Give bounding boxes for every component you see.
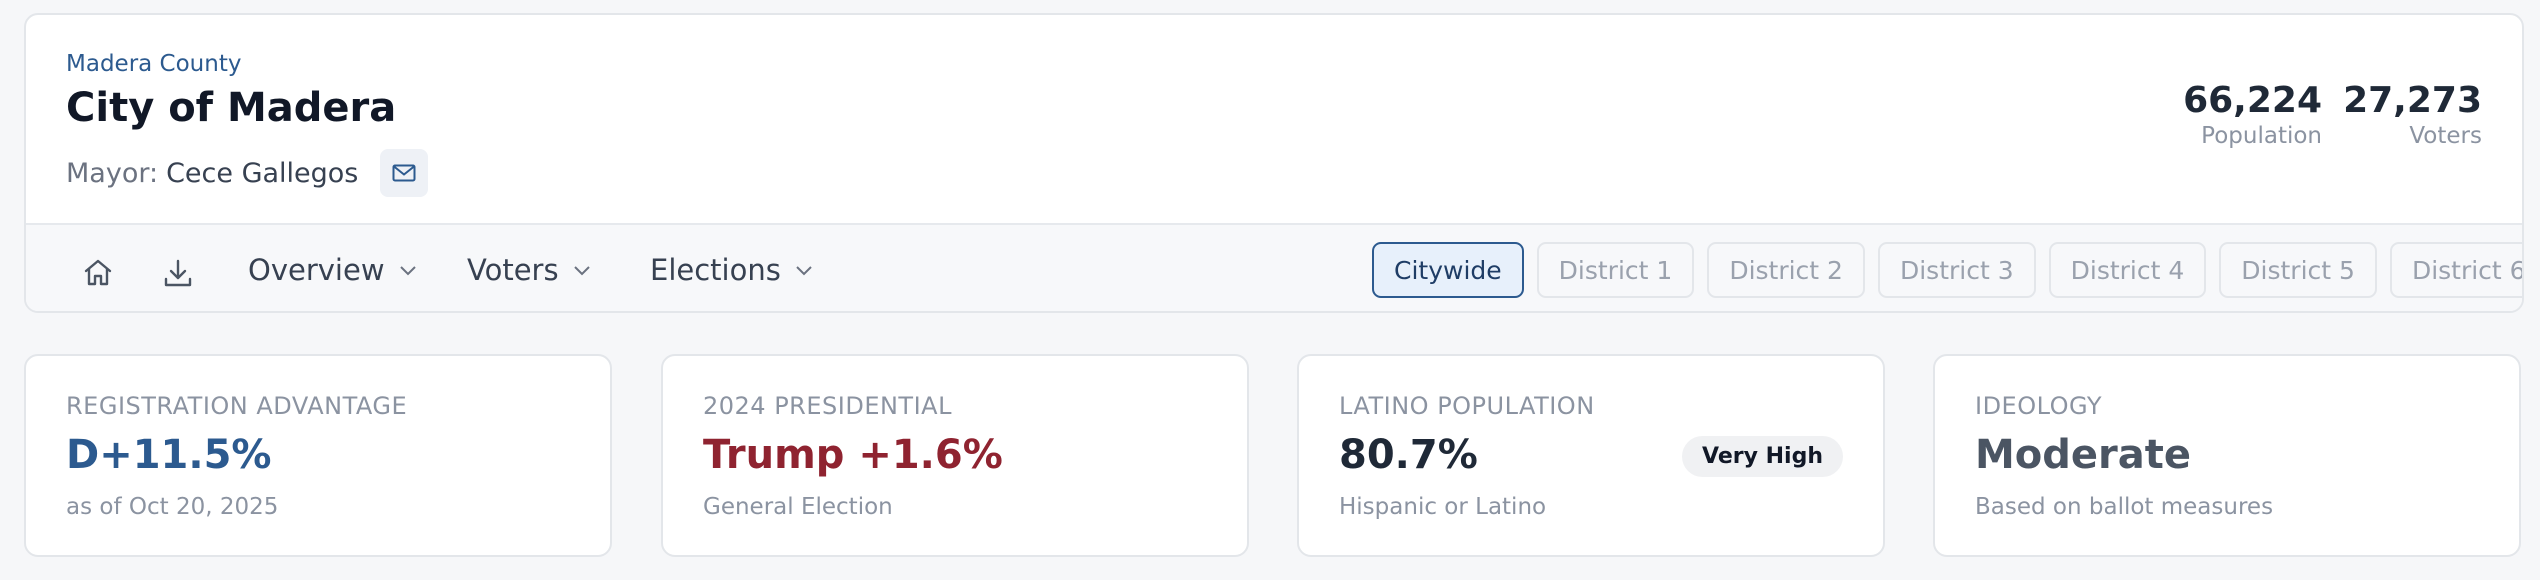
metric-subtext: General Election	[703, 494, 893, 520]
chevron-down-icon	[573, 264, 591, 276]
voters-value: 27,273	[2343, 80, 2482, 121]
mayor-label: Mayor:	[66, 157, 159, 189]
tab-citywide[interactable]: Citywide	[1372, 242, 1524, 298]
registration-advantage-card: REGISTRATION ADVANTAGE D+11.5% as of Oct…	[24, 354, 612, 557]
page-title: City of Madera	[66, 85, 397, 131]
download-icon[interactable]	[160, 255, 196, 291]
voters-menu[interactable]: Voters	[467, 253, 591, 287]
metric-subtext: Based on ballot measures	[1975, 494, 2274, 520]
population-value: 66,224	[2183, 80, 2322, 121]
city-header-card: Madera County City of Madera Mayor: Cece…	[24, 13, 2524, 313]
metric-label: IDEOLOGY	[1975, 392, 2103, 420]
tab-district-1[interactable]: District 1	[1536, 242, 1695, 298]
metric-label: REGISTRATION ADVANTAGE	[66, 392, 408, 420]
metric-subtext: Hispanic or Latino	[1339, 494, 1547, 520]
chevron-down-icon	[399, 264, 417, 276]
county-link[interactable]: Madera County	[66, 51, 241, 77]
tab-district-3[interactable]: District 3	[1877, 242, 2036, 298]
metric-value: D+11.5%	[66, 432, 272, 478]
city-header: Madera County City of Madera Mayor: Cece…	[26, 15, 2522, 223]
elections-menu-label: Elections	[650, 253, 781, 287]
metric-label: 2024 PRESIDENTIAL	[703, 392, 952, 420]
status-badge: Very High	[1682, 436, 1843, 477]
metric-value: 80.7%	[1339, 432, 1478, 478]
voters-menu-label: Voters	[467, 253, 559, 287]
mayor-name: Cece Gallegos	[166, 157, 359, 189]
mail-icon	[392, 158, 416, 189]
overview-menu-label: Overview	[248, 253, 385, 287]
metric-subtext: as of Oct 20, 2025	[66, 494, 279, 520]
tab-district-5[interactable]: District 5	[2219, 242, 2377, 298]
metric-value: Moderate	[1975, 432, 2192, 478]
tab-district-6[interactable]: District 6	[2389, 242, 2522, 298]
chevron-down-icon	[795, 264, 813, 276]
nav-bar: Overview Voters Elections Citywide Distr…	[26, 223, 2522, 311]
contact-mayor-button[interactable]	[380, 149, 429, 197]
presidential-2024-card: 2024 PRESIDENTIAL Trump +1.6% General El…	[661, 354, 1249, 557]
overview-menu[interactable]: Overview	[248, 253, 417, 287]
elections-menu[interactable]: Elections	[650, 253, 813, 287]
metric-label: LATINO POPULATION	[1339, 392, 1595, 420]
latino-population-card: LATINO POPULATION 80.7% Very High Hispan…	[1297, 354, 1885, 557]
tab-district-2[interactable]: District 2	[1707, 242, 1865, 298]
home-icon[interactable]	[80, 255, 116, 291]
population-stat: 66,224 Population	[2183, 81, 2322, 149]
voters-stat: 27,273 Voters	[2343, 81, 2482, 149]
mayor-line: Mayor: Cece Gallegos	[66, 149, 429, 197]
voters-label: Voters	[2409, 122, 2482, 149]
district-tabs: Citywide District 1 District 2 District …	[1372, 242, 2522, 298]
population-label: Population	[2201, 122, 2322, 149]
tab-district-4[interactable]: District 4	[2048, 242, 2207, 298]
ideology-card: IDEOLOGY Moderate Based on ballot measur…	[1933, 354, 2521, 557]
metric-value: Trump +1.6%	[703, 432, 1003, 478]
